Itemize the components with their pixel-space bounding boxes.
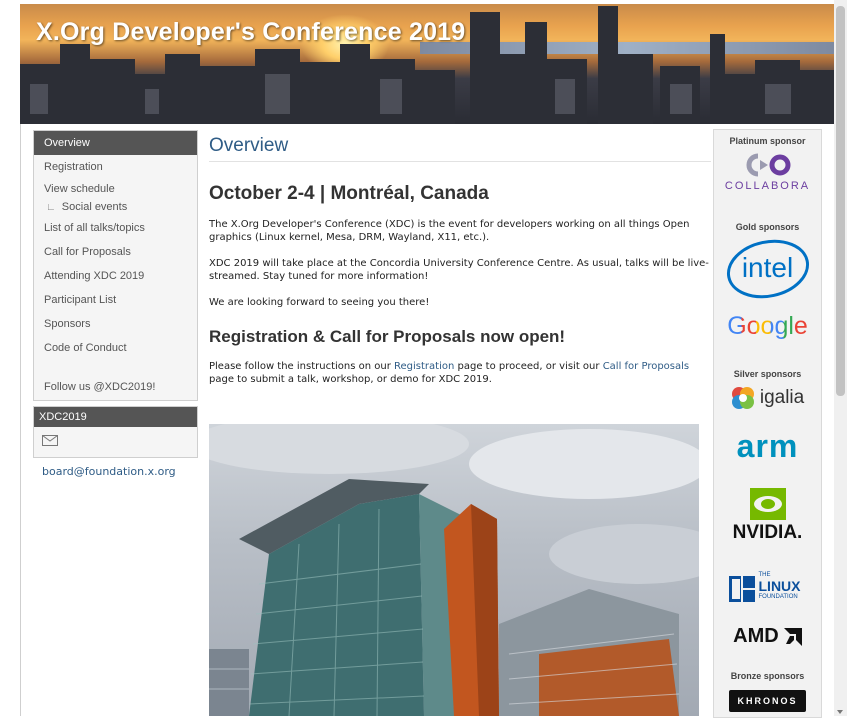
registration-paragraph: Please follow the instructions on our Re…	[209, 361, 690, 385]
khronos-wordmark: KHRONOS	[729, 690, 806, 712]
contact-email-row: board@foundation.x.org	[34, 427, 197, 478]
contact-box-heading: XDC2019	[34, 407, 197, 427]
sidebar-item-label: Social events	[61, 201, 128, 213]
intro-paragraph: The X.Org Developer's Conference (XDC) i…	[209, 219, 690, 243]
intel-logo[interactable]: intel	[714, 238, 821, 304]
scroll-down-arrow-icon[interactable]	[837, 710, 843, 714]
amd-arrow-icon	[783, 627, 802, 646]
sidebar: Overview Registration View schedule ∟ Soc…	[33, 130, 198, 478]
sidebar-nav: Overview Registration View schedule ∟ Soc…	[33, 130, 198, 401]
contact-email-link[interactable]: board@foundation.x.org	[42, 465, 176, 478]
sidebar-item-code-of-conduct[interactable]: Code of Conduct	[34, 336, 197, 360]
scrollbar-thumb[interactable]	[836, 6, 845, 396]
envelope-icon	[42, 435, 58, 446]
nvidia-eye-icon	[749, 488, 786, 520]
platinum-sponsor-label: Platinum sponsor	[729, 136, 806, 146]
venue-paragraph: XDC 2019 will take place at the Concordi…	[209, 258, 709, 282]
site-title[interactable]: X.Org Developer's Conference 2019	[36, 18, 465, 47]
collabora-wordmark: COLLABORA	[724, 180, 811, 192]
registration-link[interactable]: Registration	[394, 361, 454, 372]
registration-heading: Registration & Call for Proposals now op…	[209, 327, 566, 346]
amd-wordmark: AMD	[733, 625, 779, 647]
arm-logo[interactable]: arm	[714, 428, 821, 465]
sponsors-column: Platinum sponsor COLLABORA Gold sponsors…	[713, 129, 822, 718]
igalia-wordmark: igalia	[759, 387, 805, 408]
follow-twitter-link[interactable]: Follow us @XDC2019!	[34, 374, 197, 400]
intel-wordmark: intel	[741, 252, 794, 283]
header-banner: X.Org Developer's Conference 2019	[20, 4, 834, 124]
igalia-flower-icon	[731, 387, 754, 409]
linux-foundation-mark-icon	[728, 576, 755, 602]
google-wordmark: Google	[727, 312, 808, 340]
nvidia-wordmark: NVIDIA.	[732, 522, 803, 543]
sidebar-item-talks[interactable]: List of all talks/topics	[34, 216, 197, 240]
nvidia-logo[interactable]: NVIDIA.	[714, 487, 821, 544]
page-title: Overview	[209, 135, 711, 162]
sidebar-item-sponsors[interactable]: Sponsors	[34, 312, 197, 336]
call-for-proposals-link[interactable]: Call for Proposals	[603, 361, 689, 372]
google-logo[interactable]: Google	[714, 312, 821, 341]
building-illustration	[209, 424, 699, 716]
linux-foundation-word: LINUX	[758, 578, 801, 594]
event-date-heading: October 2-4 | Montréal, Canada	[209, 183, 489, 204]
arm-wordmark: arm	[736, 428, 799, 464]
sidebar-item-registration[interactable]: Registration	[34, 155, 197, 179]
sidebar-item-view-schedule[interactable]: View schedule	[34, 179, 197, 199]
linux-foundation-subword: FOUNDATION	[758, 594, 798, 600]
gold-sponsors-label: Gold sponsors	[735, 222, 800, 232]
vertical-scrollbar[interactable]	[834, 0, 847, 716]
main-content: Overview October 2-4 | Montréal, Canada …	[209, 130, 711, 386]
sidebar-item-call-for-proposals[interactable]: Call for Proposals	[34, 240, 197, 264]
linux-foundation-logo[interactable]: THE LINUX FOUNDATION	[714, 570, 821, 610]
sub-item-marker-icon: ∟	[46, 202, 56, 213]
venue-photo	[209, 424, 699, 716]
collabora-logo[interactable]: COLLABORA	[714, 152, 821, 192]
silver-sponsors-label: Silver sponsors	[733, 369, 802, 379]
khronos-logo[interactable]: KHRONOS	[714, 689, 821, 712]
looking-forward-paragraph: We are looking forward to seeing you the…	[209, 297, 430, 308]
igalia-logo[interactable]: igalia	[714, 386, 821, 410]
contact-box: XDC2019 board@foundation.x.org	[33, 406, 198, 478]
sidebar-item-participant-list[interactable]: Participant List	[34, 288, 197, 312]
sidebar-item-social-events[interactable]: ∟ Social events	[34, 199, 197, 216]
sidebar-item-overview[interactable]: Overview	[34, 131, 197, 155]
sidebar-item-attending[interactable]: Attending XDC 2019	[34, 264, 197, 288]
bronze-sponsors-label: Bronze sponsors	[730, 671, 805, 681]
amd-logo[interactable]: AMD	[714, 625, 821, 648]
collabora-mark-icon	[746, 153, 790, 177]
